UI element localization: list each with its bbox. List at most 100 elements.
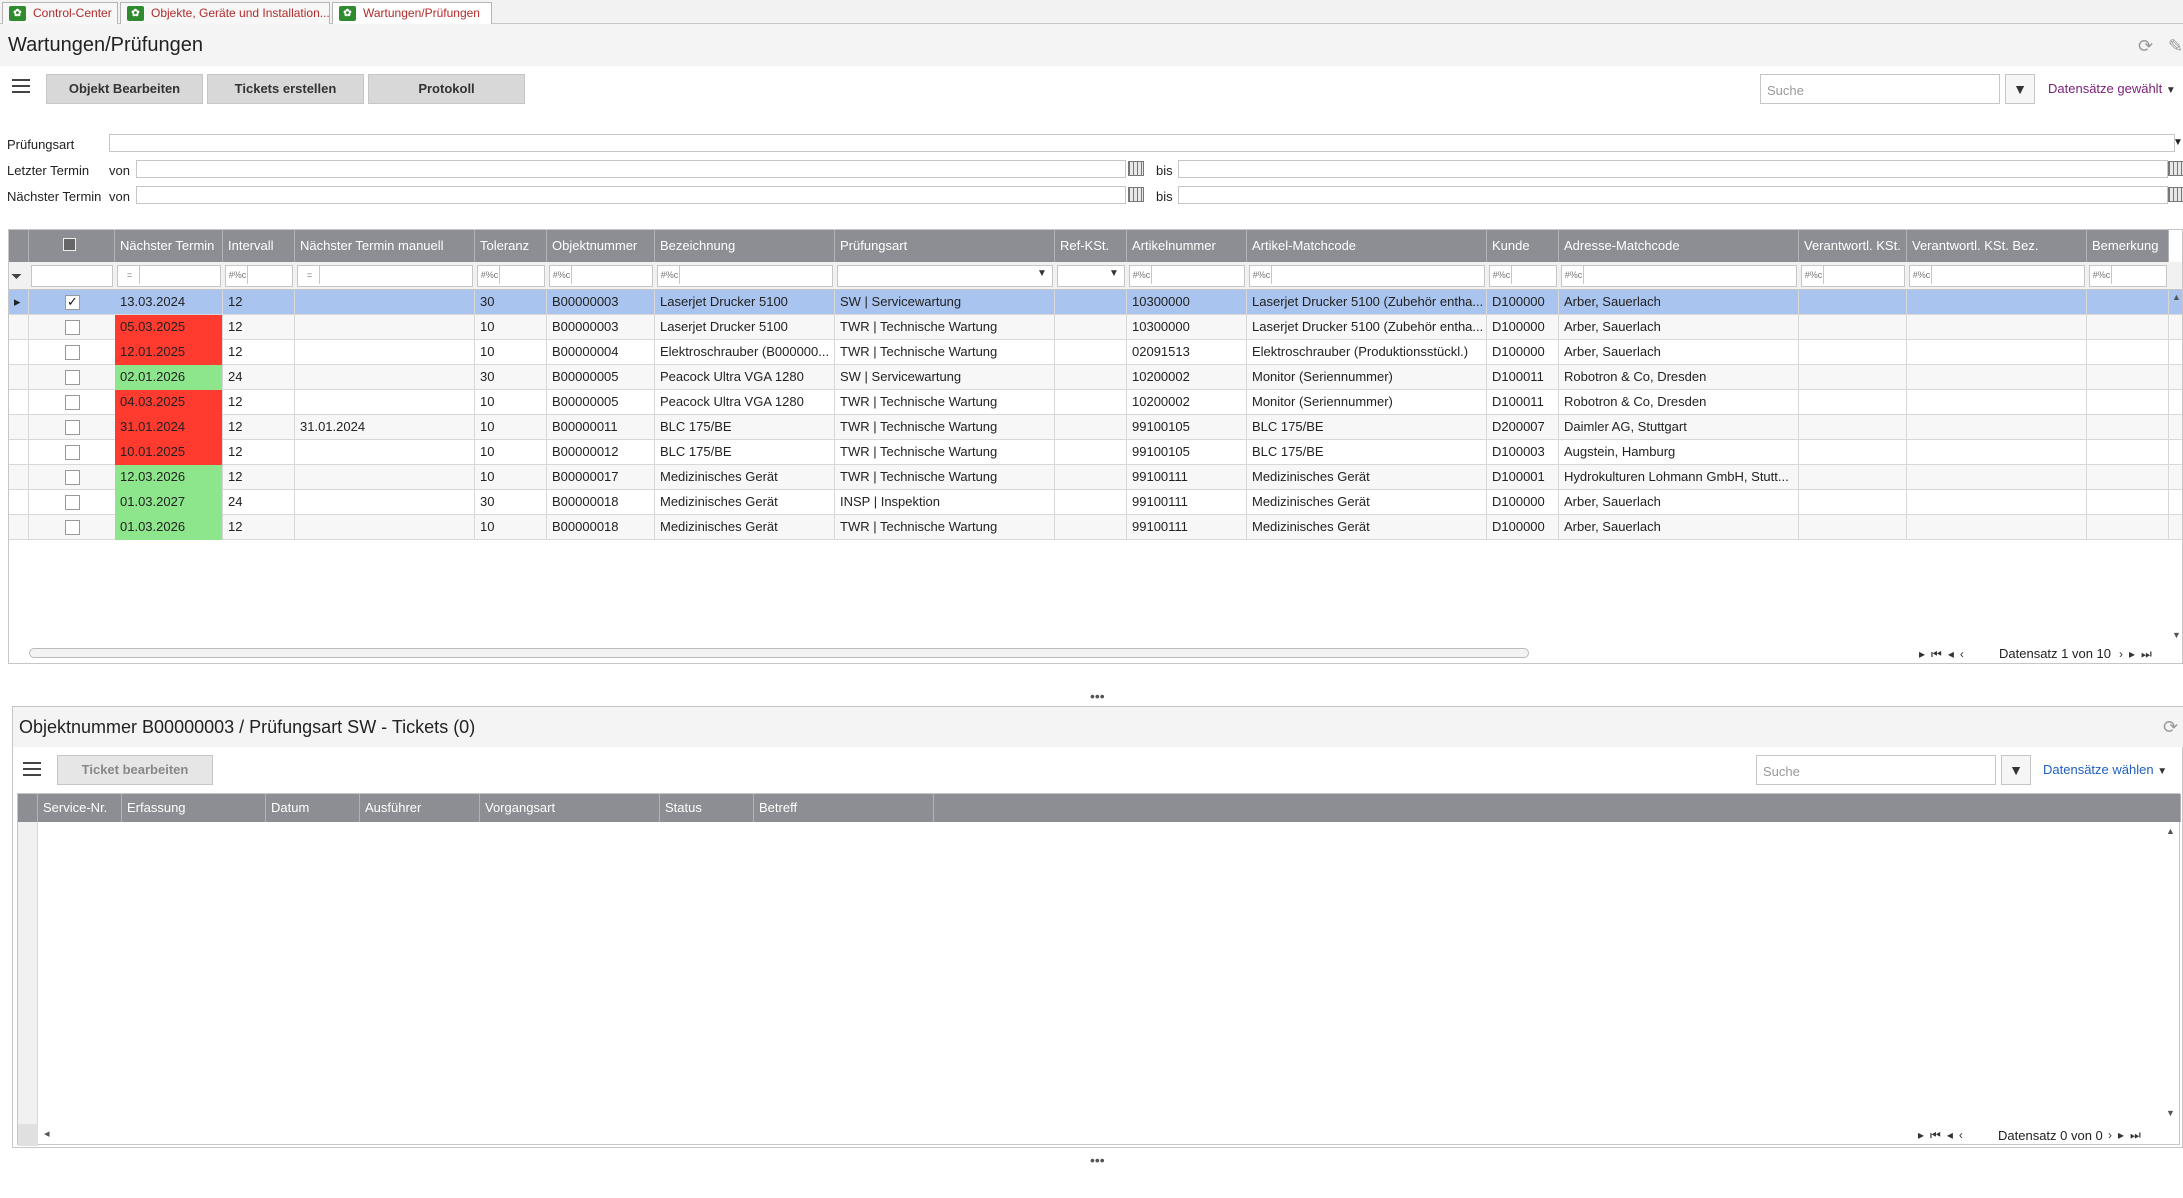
column-header[interactable]: Kunde <box>1487 230 1559 262</box>
filter-operator[interactable]: #%c <box>660 266 680 284</box>
row-checkbox[interactable] <box>65 345 80 360</box>
column-header[interactable]: Objektnummer <box>547 230 655 262</box>
table-row[interactable]: 12.03.2026 12 10 B00000017 Medizinisches Ger… <box>9 465 2182 490</box>
column-header[interactable]: Verantwortl. KSt. Bez. <box>1907 230 2087 262</box>
column-header[interactable]: Status <box>660 794 754 822</box>
column-header[interactable]: Datum <box>266 794 360 822</box>
refresh-icon[interactable]: ⟳ <box>2163 717 2178 738</box>
menu-icon[interactable] <box>12 79 30 97</box>
pager-nav-next[interactable]: ›▸⏭ <box>2108 1128 2147 1143</box>
column-filter-input[interactable]: #%c <box>1489 265 1557 287</box>
column-header[interactable]: Ref-KSt. <box>1055 230 1127 262</box>
tickets-erstellen-button[interactable]: Tickets erstellen <box>207 74 364 104</box>
row-checkbox[interactable] <box>65 370 80 385</box>
letzter-von-input[interactable] <box>136 160 1126 178</box>
column-filter-input[interactable]: #%c <box>549 265 653 287</box>
filter-operator[interactable]: #%c <box>1564 266 1584 284</box>
column-header[interactable]: Artikelnummer <box>1127 230 1247 262</box>
row-checkbox[interactable] <box>65 320 80 335</box>
search-input[interactable]: Suche <box>1760 74 2000 104</box>
pager-nav-prev[interactable]: ▸⏮◂‹ <box>1918 1128 1969 1143</box>
column-filter-input[interactable]: #%c <box>477 265 545 287</box>
column-header[interactable]: Erfassung <box>122 794 266 822</box>
menu-icon[interactable] <box>23 762 41 780</box>
row-checkbox[interactable] <box>65 445 80 460</box>
column-header[interactable]: Nächster Termin manuell <box>295 230 475 262</box>
tab-wartungen[interactable]: ✿ Wartungen/Prüfungen <box>332 2 492 25</box>
filter-operator[interactable]: = <box>120 266 140 284</box>
pin-icon[interactable]: ✎ <box>2168 36 2183 57</box>
pruefungsart-select[interactable] <box>109 134 2175 152</box>
column-filter-input[interactable]: #%c <box>225 265 293 287</box>
row-checkbox[interactable] <box>65 420 80 435</box>
records-selected-dropdown[interactable]: Datensätze gewählt ▼ <box>2048 81 2176 96</box>
table-row[interactable]: ▸ ✓ 13.03.2024 12 30 B00000003 Laserjet Drucke… <box>9 290 2182 315</box>
table-row[interactable]: 01.03.2027 24 30 B00000018 Medizinisches Ger… <box>9 490 2182 515</box>
naechster-bis-input[interactable] <box>1178 186 2168 204</box>
filter-operator[interactable]: = <box>300 266 320 284</box>
row-checkbox[interactable] <box>65 395 80 410</box>
row-checkbox[interactable] <box>65 520 80 535</box>
column-header[interactable]: Bemerkung <box>2087 230 2169 262</box>
protokoll-button[interactable]: Protokoll <box>368 74 525 104</box>
column-filter-input[interactable]: #%c <box>1129 265 1245 287</box>
pager-nav-next[interactable]: ›▸⏭ <box>2119 647 2158 662</box>
column-header[interactable]: Verantwortl. KSt. <box>1799 230 1907 262</box>
table-row[interactable]: 31.01.2024 12 31.01.2024 10 B00000011 BLC 175… <box>9 415 2182 440</box>
filter-operator[interactable]: #%c <box>228 266 248 284</box>
column-header[interactable]: Toleranz <box>475 230 547 262</box>
column-header[interactable]: Ausführer <box>360 794 480 822</box>
table-row[interactable]: 02.01.2026 24 30 B00000005 Peacock Ultra VGA… <box>9 365 2182 390</box>
column-header[interactable]: Prüfungsart <box>835 230 1055 262</box>
row-checkbox[interactable]: ✓ <box>65 295 80 310</box>
column-header[interactable]: Betreff <box>754 794 934 822</box>
objekt-bearbeiten-button[interactable]: Objekt Bearbeiten <box>46 74 203 104</box>
scroll-down-icon[interactable]: ▼ <box>2172 630 2181 640</box>
filter-operator[interactable]: #%c <box>1492 266 1512 284</box>
refresh-icon[interactable]: ⟳ <box>2138 36 2153 57</box>
select-all-checkbox[interactable] <box>63 238 76 251</box>
row-checkbox[interactable] <box>65 495 80 510</box>
horizontal-scrollbar[interactable] <box>29 648 1529 658</box>
table-row[interactable]: 04.03.2025 12 10 B00000005 Peacock Ultra VGA… <box>9 390 2182 415</box>
pager-nav-prev[interactable]: ▸⏮◂‹ <box>1919 647 1970 662</box>
filter-operator[interactable]: #%c <box>480 266 500 284</box>
calendar-icon[interactable] <box>1128 161 1144 176</box>
column-filter-input[interactable]: #%c <box>657 265 833 287</box>
filter-operator[interactable]: #%c <box>1252 266 1272 284</box>
filter-operator[interactable]: #%c <box>1132 266 1152 284</box>
scroll-up-icon[interactable]: ▲ <box>2166 826 2175 836</box>
table-row[interactable]: 12.01.2025 12 10 B00000004 Elektroschrauber … <box>9 340 2182 365</box>
table-row[interactable]: 01.03.2026 12 10 B00000018 Medizinisches Ger… <box>9 515 2182 540</box>
scroll-up-icon[interactable]: ▲ <box>2172 292 2181 302</box>
splitter-handle[interactable]: ••• <box>1090 1152 1105 1168</box>
calendar-icon[interactable] <box>1128 187 1144 202</box>
column-filter-input[interactable]: ▼ <box>1057 265 1125 287</box>
search-input[interactable]: Suche <box>1756 755 1996 785</box>
filter-icon[interactable]: ▼ <box>2001 755 2031 785</box>
column-filter-input[interactable]: = <box>297 265 473 287</box>
table-row[interactable]: 10.01.2025 12 10 B00000012 BLC 175/BE TWR | T… <box>9 440 2182 465</box>
column-header[interactable]: Intervall <box>223 230 295 262</box>
column-filter-input[interactable]: #%c <box>2089 265 2167 287</box>
scroll-down-icon[interactable]: ▼ <box>2166 1108 2175 1118</box>
chevron-down-icon[interactable]: ▼ <box>2173 137 2183 148</box>
filter-icon[interactable]: ▼ <box>2005 74 2035 104</box>
naechster-von-input[interactable] <box>136 186 1126 204</box>
row-checkbox[interactable] <box>65 470 80 485</box>
ticket-bearbeiten-button[interactable]: Ticket bearbeiten <box>57 755 213 785</box>
filter-operator[interactable]: #%c <box>1804 266 1824 284</box>
calendar-icon[interactable] <box>2168 161 2183 176</box>
column-header[interactable]: Adresse-Matchcode <box>1559 230 1799 262</box>
column-header[interactable]: Nächster Termin <box>115 230 223 262</box>
column-header[interactable]: Bezeichnung <box>655 230 835 262</box>
chevron-down-icon[interactable]: ▼ <box>1106 268 1122 284</box>
column-filter-input[interactable]: #%c <box>1909 265 2085 287</box>
splitter-handle[interactable]: ••• <box>1090 688 1105 704</box>
column-filter-input[interactable]: ▼ <box>837 265 1053 287</box>
table-row[interactable]: 05.03.2025 12 10 B00000003 Laserjet Drucker … <box>9 315 2182 340</box>
letzter-bis-input[interactable] <box>1178 160 2168 178</box>
column-filter-input[interactable]: = <box>117 265 221 287</box>
column-filter-input[interactable]: #%c <box>1801 265 1905 287</box>
filter-cell[interactable] <box>31 265 113 287</box>
